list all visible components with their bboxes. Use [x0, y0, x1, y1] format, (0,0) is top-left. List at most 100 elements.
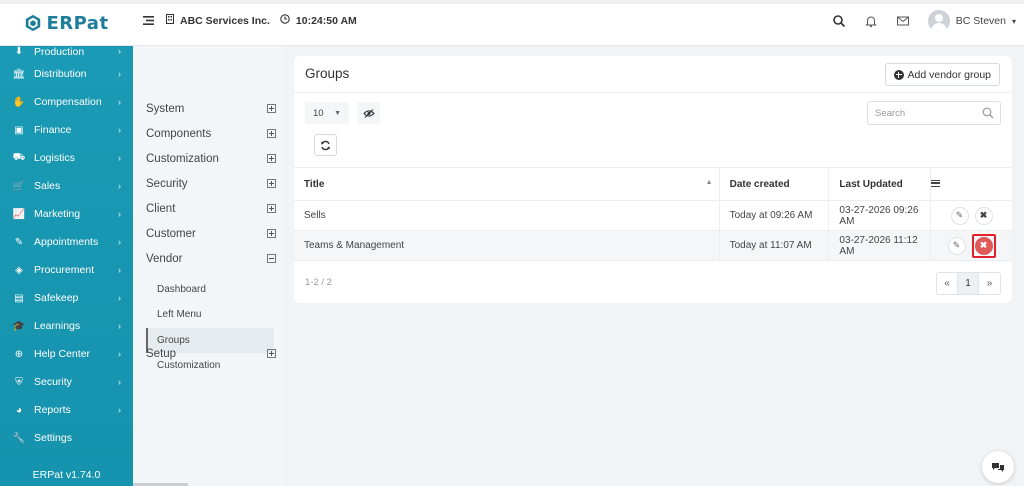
- chevron-right-icon: ›: [118, 349, 121, 359]
- refresh-button[interactable]: [314, 134, 337, 156]
- page-title: Groups: [305, 66, 350, 81]
- pagination-next[interactable]: »: [979, 273, 1000, 294]
- add-vendor-group-button[interactable]: Add vendor group: [884, 63, 1000, 86]
- mail-icon[interactable]: [896, 14, 910, 28]
- table-row: Teams & Management Today at 11:07 AM 03-…: [294, 230, 1012, 261]
- bell-icon[interactable]: [864, 14, 878, 28]
- money-icon: ▣: [14, 124, 24, 136]
- menu-icon: [931, 179, 941, 187]
- sidebar-item-distribution[interactable]: 🏛 Distribution ›: [0, 60, 133, 88]
- submenu-label: Vendor: [146, 252, 183, 265]
- sidebar-item-help-center[interactable]: ⊕ Help Center ›: [0, 340, 133, 368]
- lifebuoy-icon: ⊕: [14, 348, 24, 360]
- archive-icon: ▤: [14, 292, 24, 304]
- submenu-label: Client: [146, 202, 176, 215]
- sidebar-item-learnings[interactable]: 🎓 Learnings ›: [0, 312, 133, 340]
- chevron-right-icon: ›: [118, 125, 121, 135]
- settings-submenu: System Components Customization Security…: [133, 46, 285, 486]
- sidebar-item-procurement[interactable]: ◈ Procurement ›: [0, 256, 133, 284]
- delete-button[interactable]: ✖: [974, 206, 993, 225]
- submenu-item-setup[interactable]: Setup: [146, 341, 276, 366]
- chevron-right-icon: ›: [118, 265, 121, 275]
- groups-card: Groups Add vendor group 10 ▼ Title ▲ Date…: [294, 56, 1012, 303]
- submenu-label: Customization: [146, 152, 219, 165]
- column-header-label: Last Updated: [839, 178, 903, 190]
- submenu-item-vendor[interactable]: Vendor: [146, 246, 276, 271]
- calendar-edit-icon: ✎: [14, 236, 24, 248]
- sidebar-item-reports[interactable]: ◕ Reports ›: [0, 396, 133, 424]
- sidebar-item-logistics[interactable]: ⛟ Logistics ›: [0, 144, 133, 172]
- wrench-icon: 🔧: [12, 432, 26, 444]
- search-icon[interactable]: [832, 14, 846, 28]
- sidebar-item-production[interactable]: ⬇ Production ›: [0, 46, 133, 60]
- submenu-item-client[interactable]: Client: [146, 196, 276, 221]
- header-divider: [294, 92, 1012, 93]
- building-icon: [166, 14, 174, 27]
- column-header-date-created[interactable]: Date created: [718, 167, 829, 201]
- user-menu[interactable]: BC Steven ▾: [927, 10, 1016, 32]
- expand-icon: [267, 229, 276, 238]
- search-field[interactable]: [867, 101, 1001, 125]
- sidebar-item-safekeep[interactable]: ▤ Safekeep ›: [0, 284, 133, 312]
- sidebar-item-compensation[interactable]: ✋ Compensation ›: [0, 88, 133, 116]
- add-button-label: Add vendor group: [907, 68, 991, 81]
- chat-button[interactable]: [982, 451, 1014, 483]
- expand-icon: [267, 129, 276, 138]
- submenu-sub-dashboard[interactable]: Dashboard: [146, 277, 274, 302]
- page-size-select[interactable]: 10 ▼: [305, 102, 349, 124]
- pagination-prev[interactable]: «: [937, 273, 958, 294]
- sidebar-item-security[interactable]: ⛨ Security ›: [0, 368, 133, 396]
- sidebar-item-finance[interactable]: ▣ Finance ›: [0, 116, 133, 144]
- column-header-title[interactable]: Title ▲: [294, 167, 720, 201]
- column-header-last-updated[interactable]: Last Updated: [828, 167, 931, 201]
- submenu-label: Customer: [146, 227, 196, 240]
- search-input[interactable]: [875, 107, 980, 119]
- delete-button[interactable]: ✖: [974, 236, 993, 255]
- top-bar-info: ABC Services Inc. 10:24:50 AM: [143, 14, 357, 27]
- company-name[interactable]: ABC Services Inc.: [180, 15, 270, 27]
- sidebar-item-label: Logistics: [34, 152, 75, 164]
- submenu-sub-left-menu[interactable]: Left Menu: [146, 302, 274, 327]
- cell-actions: ✎ ✖: [930, 230, 1012, 261]
- sidebar-item-label: Marketing: [34, 208, 81, 220]
- caret-down-icon: ▾: [1011, 16, 1016, 26]
- submenu-label: Components: [146, 127, 212, 140]
- top-bar: ERPat ABC Services Inc. 10:24:50 AM BC S…: [0, 0, 1024, 46]
- main-sidebar: ⬇ Production › 🏛 Distribution › ✋ Compensation ›…: [0, 46, 133, 486]
- chevron-right-icon: ›: [118, 181, 121, 191]
- sort-icon: ▲: [705, 179, 713, 186]
- sidebar-item-label: Security: [34, 376, 72, 388]
- cell-actions: ✎ ✖: [930, 200, 1012, 231]
- cubes-icon: ◈: [15, 264, 23, 276]
- menu-toggle-icon[interactable]: [143, 16, 154, 25]
- pagination-page[interactable]: 1: [958, 273, 979, 294]
- sidebar-item-sales[interactable]: 🛒 Sales ›: [0, 172, 133, 200]
- submenu-item-system[interactable]: System: [146, 96, 276, 121]
- chat-bubbles-icon: [992, 462, 1004, 472]
- handshake-icon: ✋: [12, 96, 26, 108]
- sidebar-item-settings[interactable]: 🔧 Settings: [0, 424, 133, 452]
- logo-cube-icon: [26, 14, 41, 32]
- submenu-label: Security: [146, 177, 188, 190]
- sidebar-item-marketing[interactable]: 📈 Marketing ›: [0, 200, 133, 228]
- column-visibility-button[interactable]: [357, 102, 380, 124]
- cell-title: Teams & Management: [294, 230, 720, 261]
- edit-button[interactable]: ✎: [947, 236, 966, 255]
- cell-date-created: Today at 11:07 AM: [718, 230, 829, 261]
- sidebar-item-label: Settings: [34, 432, 72, 444]
- submenu-item-components[interactable]: Components: [146, 121, 276, 146]
- production-icon: ⬇: [14, 46, 24, 57]
- submenu-item-customization[interactable]: Customization: [146, 146, 276, 171]
- search-icon: [982, 107, 994, 119]
- caret-down-icon: ▼: [334, 109, 341, 117]
- sidebar-item-label: Finance: [34, 124, 72, 136]
- edit-button[interactable]: ✎: [950, 206, 969, 225]
- chart-line-icon: 📈: [12, 208, 26, 220]
- submenu-label: System: [146, 102, 185, 115]
- submenu-item-customer[interactable]: Customer: [146, 221, 276, 246]
- sidebar-item-appointments[interactable]: ✎ Appointments ›: [0, 228, 133, 256]
- submenu-item-security[interactable]: Security: [146, 171, 276, 196]
- logo[interactable]: ERPat: [0, 0, 133, 46]
- avatar: [927, 10, 950, 32]
- sidebar-item-label: Learnings: [34, 320, 81, 332]
